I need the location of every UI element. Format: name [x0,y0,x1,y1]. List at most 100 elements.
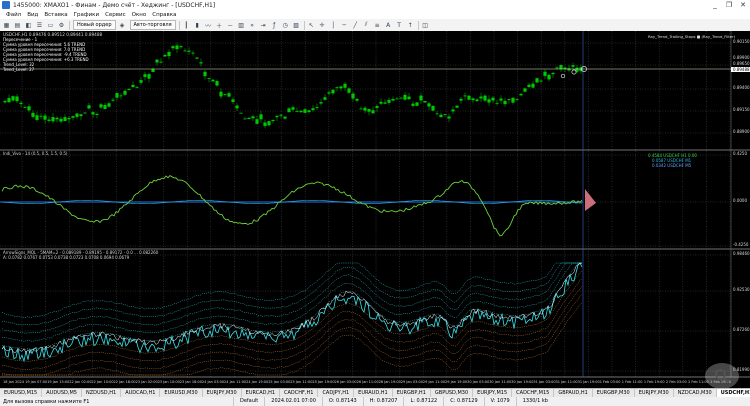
navigator-icon[interactable]: ☰ [35,21,44,29]
candle-body [327,92,331,94]
candle-body [315,107,319,108]
chart-window[interactable]: USDCHF,H1 0.89476 0.89512 0.89441 0.8948… [0,31,750,388]
time-label: 25 Jan 19:00 [312,380,334,384]
candle-body [391,99,395,101]
candle-body [291,107,295,110]
candle-body [339,86,343,89]
candle-body [227,93,231,97]
price-label: 0.89900 [733,55,750,60]
time-label: 29 Jan 03:00 [401,380,423,384]
candle-body [439,114,443,118]
candle-body [231,99,235,102]
candle-body [163,54,167,57]
pane3-subheader: A: 0.0782 0.0767 0.0753 0.0738 0.0723 0.… [3,255,130,260]
minimize-button[interactable]: _ [708,0,722,10]
candle-body [443,114,447,115]
candle-body [479,96,483,99]
zoom-in-icon[interactable]: ＋ [215,21,224,30]
candle-body [3,100,7,103]
candle-body [7,98,11,103]
cursor-icon[interactable]: ↖ [307,21,316,29]
new-chart-icon[interactable]: ▦ [2,21,11,29]
time-label: 31 Jan 19:00 [578,380,600,384]
crosshair-icon[interactable]: ✛ [318,21,327,29]
time-label: 23 Jan 18:00 [180,380,202,384]
magnifier-icon [715,369,730,384]
autotrading-button[interactable]: Авто-торговля [129,20,176,30]
candle-body [347,88,351,93]
periods-icon[interactable]: ◷ [281,21,290,29]
market-watch-icon[interactable]: ◧ [24,21,33,29]
menu-tools[interactable]: Сервис [105,12,126,18]
window-controls: _ ❐ ✕ [708,0,750,10]
candle-body [395,98,399,100]
arrows-tool-icon[interactable]: ↑ [406,21,415,29]
candle-chart-icon[interactable]: ▮ [193,21,202,29]
candle-body [483,95,487,101]
zoom-out-icon[interactable]: － [226,21,235,30]
chart-shift-icon[interactable]: ⇥ [259,21,268,29]
vertical-line-icon[interactable]: │ [329,21,338,29]
candle-body [367,109,371,112]
menu-file[interactable]: Файл [6,12,21,18]
candle-body [539,80,543,82]
horizontal-line-icon[interactable]: ─ [340,21,349,29]
menu-insert[interactable]: Вставка [44,12,67,18]
candle-body [47,119,51,121]
candle-body [211,79,215,82]
meta-editor-icon[interactable]: ◈ [118,21,127,29]
close-button[interactable]: ✕ [736,0,750,10]
bar-chart-icon[interactable]: ┃ [182,21,191,29]
time-label: 30 Jan 03:00 [467,380,489,384]
chart-canvas[interactable]: USDCHF,H1 0.89476 0.89512 0.89441 0.8948… [0,31,750,388]
profiles-icon[interactable]: ▤ [13,21,22,29]
candle-body [467,95,471,100]
indicators-icon[interactable]: ƒ [270,21,279,29]
candle-body [135,86,139,88]
status-close: C: 0.87129 [443,397,483,406]
menu-charts[interactable]: Графики [74,12,99,18]
status-traffic[interactable]: 1330/1 kb [515,397,554,406]
line-chart-icon[interactable]: 〰 [204,21,213,30]
zoom-overlay[interactable] [705,363,739,389]
candle-body [243,118,247,120]
candle-body [571,65,575,67]
menu-view[interactable]: Вид [27,12,38,18]
window-title: 1455000: XMAXO1 - Финам - Демо счёт - Хе… [13,1,216,9]
menu-window[interactable]: Окно [132,12,147,18]
maximize-button[interactable]: ❐ [722,0,736,10]
candle-body [75,113,79,117]
text-tool-icon[interactable]: A [384,21,393,29]
time-label: 1 Feb 11:00 [622,380,643,384]
toolbar-divider [303,20,305,30]
candle-body [95,113,99,115]
m1-period-icon[interactable]: ◫ [421,21,430,29]
time-label: 25 Jan 03:00 [268,380,290,384]
candle-body [307,110,311,113]
candle-body [175,45,179,50]
fibonacci-icon[interactable]: ≡ [373,21,382,29]
label-tool-icon[interactable]: T [395,21,404,29]
terminal-icon[interactable]: ▭ [46,21,55,29]
status-low: L: 0.87122 [403,397,443,406]
autoscroll-icon[interactable]: » [248,21,257,29]
candle-body [183,50,187,52]
menu-help[interactable]: Справка [152,12,176,18]
new-order-button[interactable]: Новый ордер [73,20,116,30]
tile-windows-icon[interactable]: ▥ [237,21,246,29]
templates-icon[interactable]: ▧ [292,21,301,29]
status-high: H: 0.87207 [362,397,404,406]
candle-body [535,78,539,83]
channel-icon[interactable]: ⫽ [362,21,371,29]
tester-icon[interactable]: ⚙ [57,21,66,29]
trendline-icon[interactable]: ╱ [351,21,360,29]
candle-body [511,97,515,103]
time-label: 19 Jan 15:00 [47,380,69,384]
candle-body [195,57,199,59]
candle-body [131,84,135,88]
time-label: 24 Jan 11:00 [224,380,246,384]
candle-body [527,84,531,87]
status-profile[interactable]: Default [233,397,264,406]
candle-body [547,74,551,80]
price-label: 0.89400 [733,85,750,90]
